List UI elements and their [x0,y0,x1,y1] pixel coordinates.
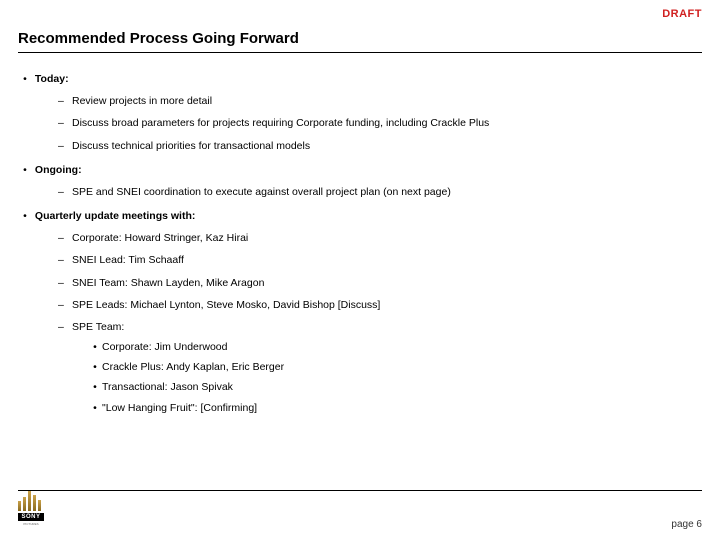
dash-icon: – [58,94,72,108]
draft-watermark: DRAFT [662,8,702,20]
sub-item: •Crackle Plus: Andy Kaplan, Eric Berger [88,360,702,374]
list-item: –Corporate: Howard Stringer, Kaz Hirai [58,231,702,245]
sub-item-text: "Low Hanging Fruit": [Confirming] [102,402,257,414]
dash-icon: – [58,139,72,153]
logo-wordmark: SONY [18,513,44,521]
item-text: Discuss broad parameters for projects re… [72,117,489,129]
list-item: –SPE Team: [58,320,702,334]
item-text: SNEI Team: Shawn Layden, Mike Aragon [72,277,264,289]
sub-item-text: Corporate: Jim Underwood [102,341,227,353]
sub-item-text: Crackle Plus: Andy Kaplan, Eric Berger [102,361,284,373]
list-item: –SNEI Team: Shawn Layden, Mike Aragon [58,276,702,290]
divider-bottom [18,490,702,491]
item-text: SPE Leads: Michael Lynton, Steve Mosko, … [72,299,380,311]
item-text: SNEI Lead: Tim Schaaff [72,254,184,266]
dash-icon: – [58,276,72,290]
divider-top [18,52,702,53]
list-item: –SPE Leads: Michael Lynton, Steve Mosko,… [58,298,702,312]
sony-logo: SONY PICTURES [18,491,44,526]
section-label: Quarterly update meetings with: [35,210,195,222]
bullet-icon: • [18,72,32,86]
sub-item-text: Transactional: Jason Spivak [102,381,233,393]
item-text: Review projects in more detail [72,95,212,107]
item-text: SPE and SNEI coordination to execute aga… [72,186,451,198]
bullet-icon: • [18,163,32,177]
bullet-icon: • [88,401,102,415]
slide-body: • Today: –Review projects in more detail… [18,62,702,415]
bullet-icon: • [88,360,102,374]
logo-subtext: PICTURES [18,522,44,526]
slide-title: Recommended Process Going Forward [18,30,299,47]
page-number: page 6 [671,519,702,530]
dash-icon: – [58,185,72,199]
bullet-icon: • [18,209,32,223]
list-item: –Review projects in more detail [58,94,702,108]
item-text: SPE Team: [72,321,124,333]
sub-item: •Corporate: Jim Underwood [88,340,702,354]
list-item: –SNEI Lead: Tim Schaaff [58,253,702,267]
logo-bars-icon [18,491,44,511]
list-item: –Discuss broad parameters for projects r… [58,116,702,130]
bullet-icon: • [88,340,102,354]
dash-icon: – [58,253,72,267]
dash-icon: – [58,320,72,334]
section-ongoing: • Ongoing: [18,163,702,177]
sub-item: •"Low Hanging Fruit": [Confirming] [88,401,702,415]
dash-icon: – [58,231,72,245]
bullet-icon: • [88,380,102,394]
dash-icon: – [58,298,72,312]
section-label: Today: [35,73,69,85]
item-text: Discuss technical priorities for transac… [72,140,310,152]
list-item: –SPE and SNEI coordination to execute ag… [58,185,702,199]
dash-icon: – [58,116,72,130]
section-label: Ongoing: [35,164,82,176]
section-quarterly: • Quarterly update meetings with: [18,209,702,223]
sub-item: •Transactional: Jason Spivak [88,380,702,394]
section-today: • Today: [18,72,702,86]
list-item: –Discuss technical priorities for transa… [58,139,702,153]
item-text: Corporate: Howard Stringer, Kaz Hirai [72,232,248,244]
